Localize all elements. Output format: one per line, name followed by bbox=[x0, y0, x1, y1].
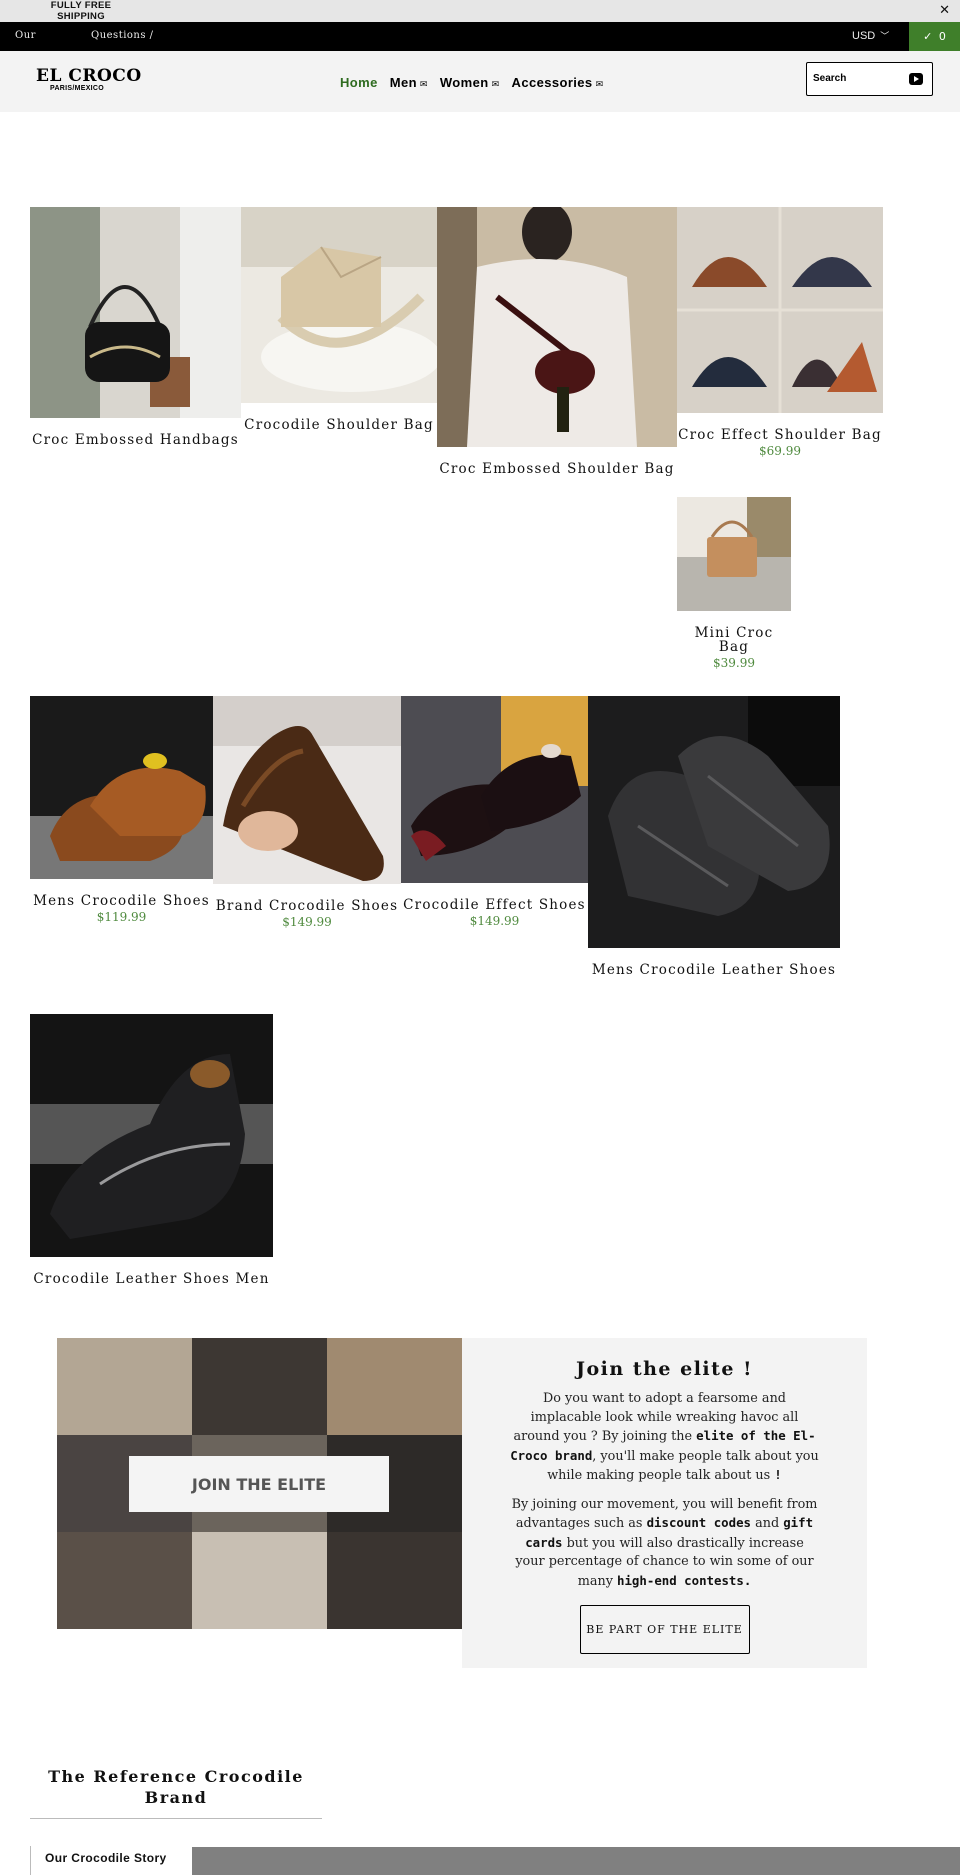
product-title[interactable]: Croc Effect Shoulder Bag bbox=[677, 428, 883, 442]
close-icon[interactable]: ✕ bbox=[939, 4, 950, 17]
product-image-mini-croc-bag[interactable] bbox=[677, 497, 791, 611]
footer-title: The Reference Crocodile Brand bbox=[48, 1767, 304, 1807]
product-card[interactable]: Mens Crocodile Shoes $119.99 bbox=[30, 696, 213, 924]
nav-men[interactable]: Men ✉ bbox=[390, 75, 428, 92]
product-card[interactable]: Crocodile Shoulder Bag bbox=[241, 207, 437, 432]
top-bar: Our Questions / USD ﹀ ✓ 0 bbox=[0, 22, 960, 51]
currency-selector[interactable]: USD ﹀ bbox=[852, 30, 889, 42]
product-image-croc-effect-shoulder-bag[interactable] bbox=[677, 207, 883, 413]
search-box bbox=[806, 62, 933, 96]
join-paragraph-2: By joining our movement, you will benefi… bbox=[510, 1496, 820, 1592]
chevron-down-icon: ﹀ bbox=[880, 31, 890, 41]
product-title[interactable]: Croc Embossed Handbags bbox=[30, 433, 241, 447]
join-title: Join the elite ! bbox=[576, 1358, 753, 1380]
product-title[interactable]: Crocodile Shoulder Bag bbox=[241, 418, 437, 432]
join-elite-button[interactable]: BE PART OF THE ELITE bbox=[579, 1605, 750, 1654]
product-card[interactable]: Crocodile Leather Shoes Men bbox=[30, 1014, 273, 1286]
cart-button[interactable]: ✓ 0 bbox=[909, 22, 960, 51]
nav-men-label: Men bbox=[389, 75, 417, 90]
currency-label: USD bbox=[852, 30, 876, 42]
product-price: $149.99 bbox=[469, 914, 520, 928]
check-icon: ✓ bbox=[923, 30, 933, 43]
product-card[interactable]: Croc Embossed Handbags bbox=[30, 207, 241, 447]
product-title[interactable]: Mens Crocodile Shoes bbox=[30, 894, 213, 908]
product-price: $39.99 bbox=[713, 656, 755, 670]
logo[interactable]: EL CROCO bbox=[36, 67, 142, 85]
join-p2-bold: discount codes bbox=[646, 1515, 752, 1530]
search-input[interactable] bbox=[813, 73, 903, 85]
product-card[interactable]: Mens Crocodile Leather Shoes bbox=[588, 696, 840, 977]
nav-women-label: Women bbox=[439, 75, 489, 90]
product-title[interactable]: Croc Embossed Shoulder Bag bbox=[437, 462, 677, 476]
envelope-caret-icon: ✉ bbox=[419, 79, 428, 89]
product-image-crocodile-leather-shoes-men[interactable] bbox=[30, 1014, 273, 1257]
join-the-elite-image: JOIN THE ELITE bbox=[57, 1338, 462, 1629]
product-image-crocodile-shoulder-bag[interactable] bbox=[241, 207, 437, 403]
logo-subtitle: PARIS/MEXICO bbox=[50, 85, 105, 92]
cart-count: 0 bbox=[938, 30, 946, 43]
product-card[interactable]: Mini Croc Bag $39.99 bbox=[677, 497, 791, 670]
overlay-band bbox=[192, 1847, 960, 1875]
divider bbox=[30, 1818, 322, 1819]
product-image-croc-embossed-shoulder-bag[interactable] bbox=[437, 207, 677, 447]
product-price: $69.99 bbox=[759, 444, 801, 458]
nav-accessories-label: Accessories bbox=[511, 75, 593, 90]
join-image-caption: JOIN THE ELITE bbox=[191, 1475, 326, 1494]
promo-text: FULLY FREE SHIPPING bbox=[50, 0, 112, 22]
nav-accessories[interactable]: Accessories ✉ bbox=[512, 75, 604, 92]
site-header: EL CROCO PARIS/MEXICO Home Men ✉ Women ✉ A… bbox=[0, 51, 960, 112]
product-card[interactable]: Croc Effect Shoulder Bag $69.99 bbox=[677, 207, 883, 458]
top-link-our[interactable]: Our bbox=[15, 30, 36, 42]
product-title[interactable]: Mens Crocodile Leather Shoes bbox=[588, 963, 840, 977]
envelope-caret-icon: ✉ bbox=[595, 79, 604, 89]
product-card[interactable]: Croc Embossed Shoulder Bag bbox=[437, 207, 677, 476]
join-p2-bold: high-end contests. bbox=[617, 1572, 752, 1588]
story-tab-label[interactable]: Our Crocodile Story bbox=[45, 1851, 167, 1865]
play-icon[interactable] bbox=[909, 73, 923, 85]
nav-home-label: Home bbox=[340, 75, 378, 90]
product-title[interactable]: Mini Croc Bag bbox=[677, 626, 791, 654]
envelope-caret-icon: ✉ bbox=[491, 79, 500, 89]
product-card[interactable]: Crocodile Effect Shoes $149.99 bbox=[401, 696, 588, 928]
product-image-crocodile-effect-shoes[interactable] bbox=[401, 696, 588, 883]
promo-bar: FULLY FREE SHIPPING ✕ bbox=[0, 0, 960, 22]
top-link-questions[interactable]: Questions / bbox=[91, 30, 154, 42]
nav-home[interactable]: Home bbox=[340, 75, 378, 92]
product-card[interactable]: Brand Crocodile Shoes $149.99 bbox=[213, 696, 401, 929]
product-price: $119.99 bbox=[96, 910, 147, 924]
product-title[interactable]: Crocodile Leather Shoes Men bbox=[30, 1272, 273, 1286]
product-image-mens-crocodile-leather-shoes[interactable] bbox=[588, 696, 840, 948]
nav-women[interactable]: Women ✉ bbox=[440, 75, 500, 92]
product-title[interactable]: Crocodile Effect Shoes bbox=[401, 898, 588, 912]
product-price: $149.99 bbox=[282, 915, 332, 929]
join-paragraph-1: Do you want to adopt a fearsome and impl… bbox=[510, 1390, 820, 1486]
join-p2-text: and bbox=[751, 1516, 784, 1531]
product-title[interactable]: Brand Crocodile Shoes bbox=[213, 899, 401, 913]
product-image-mens-crocodile-shoes[interactable] bbox=[30, 696, 213, 879]
join-p1-bold: ! bbox=[774, 1467, 782, 1482]
join-panel: Join the elite ! Do you want to adopt a … bbox=[462, 1338, 867, 1668]
product-image-brand-crocodile-shoes[interactable] bbox=[213, 696, 401, 884]
main-nav: Home Men ✉ Women ✉ Accessories ✉ bbox=[340, 75, 604, 92]
product-image-croc-embossed-handbags[interactable] bbox=[30, 207, 241, 418]
